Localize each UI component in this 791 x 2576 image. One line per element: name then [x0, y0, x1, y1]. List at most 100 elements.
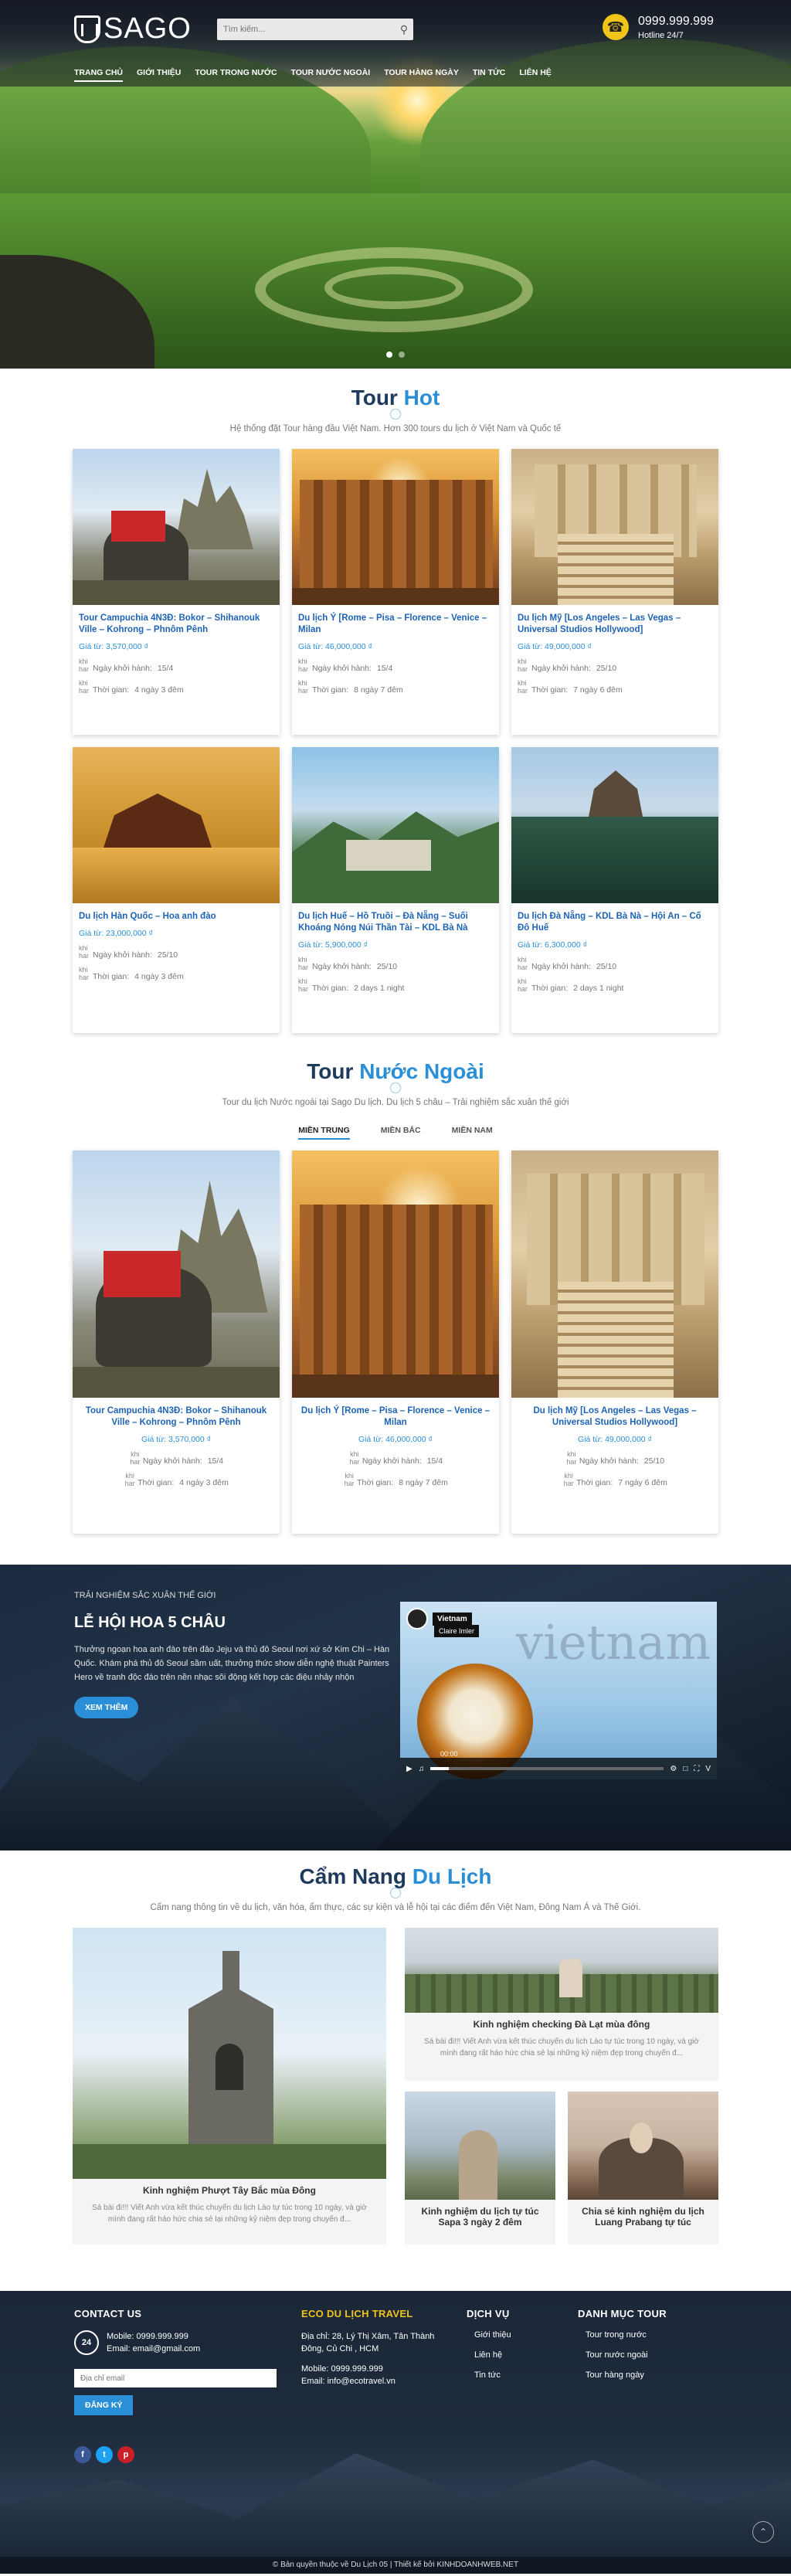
- nav-item-foreign[interactable]: TOUR NƯỚC NGOÀI: [291, 68, 371, 82]
- cc-icon[interactable]: □: [683, 1765, 687, 1773]
- volume-icon[interactable]: ♫: [419, 1765, 425, 1773]
- tour-title[interactable]: Tour Campuchia 4N3Đ: Bokor – Shihanouk V…: [79, 1405, 273, 1429]
- title-part: Tour: [351, 386, 398, 410]
- footer-link[interactable]: Tour trong nước: [578, 2330, 717, 2340]
- vimeo-icon[interactable]: V: [705, 1765, 711, 1773]
- tour-title[interactable]: Du lịch Đà Nẵng – KDL Bà Nà – Hội An – C…: [518, 911, 712, 934]
- tour-card[interactable]: Tour Campuchia 4N3Đ: Bokor – Shihanouk V…: [73, 1150, 280, 1534]
- article-title[interactable]: Chia sẻ kinh nghiệm du lịch Luang Praban…: [579, 2206, 708, 2228]
- channel-name[interactable]: Vietnam: [433, 1612, 472, 1626]
- tour-date: khi har Ngày khởi hành: 25/10: [298, 956, 398, 971]
- progress-bar[interactable]: [430, 1767, 664, 1770]
- tour-image[interactable]: [511, 1150, 718, 1398]
- fullscreen-icon[interactable]: ⛶: [694, 1765, 699, 1773]
- article-image[interactable]: [405, 2092, 555, 2200]
- tour-image[interactable]: [292, 747, 499, 903]
- section-title: Tour Hot: [0, 386, 791, 410]
- subscribe-button[interactable]: ĐĂNG KÝ: [74, 2395, 134, 2415]
- video-player[interactable]: vietnam Vietnam Claire Imler 00:00 ▶ ♫ ⚙…: [400, 1602, 717, 1779]
- tour-title[interactable]: Du lịch Huế – Hồ Truồi – Đà Nẵng – Suối …: [298, 911, 493, 934]
- article-image[interactable]: [405, 1928, 718, 2013]
- tour-card[interactable]: Du lịch Mỹ [Los Angeles – Las Vegas – Un…: [511, 449, 718, 735]
- footer-heading: CONTACT US: [74, 2308, 142, 2319]
- footer-link[interactable]: Tin tức: [467, 2370, 559, 2380]
- article-title[interactable]: Kinh nghiệm Phượt Tây Bắc mùa Đông: [83, 2185, 375, 2196]
- article-card[interactable]: Chia sẻ kinh nghiệm du lịch Luang Praban…: [568, 2092, 718, 2245]
- footer-email[interactable]: Email: email@gmail.com: [107, 2343, 200, 2355]
- nav-item-daily[interactable]: TOUR HÀNG NGÀY: [384, 68, 459, 82]
- tab-south[interactable]: MIỀN NAM: [452, 1123, 493, 1140]
- tour-card[interactable]: Du lịch Huế – Hồ Truồi – Đà Nẵng – Suối …: [292, 747, 499, 1033]
- tour-image[interactable]: [73, 1150, 280, 1398]
- tour-title[interactable]: Du lịch Ý [Rome – Pisa – Florence – Veni…: [298, 613, 493, 636]
- hotline-number[interactable]: 0999.999.999: [638, 15, 714, 29]
- footer-link[interactable]: Tour nước ngoài: [578, 2350, 717, 2360]
- main-nav: TRANG CHỦ GIỚI THIỆU TOUR TRONG NƯỚC TOU…: [74, 68, 552, 82]
- logo[interactable]: SAGO: [74, 12, 192, 46]
- tour-card[interactable]: Tour Campuchia 4N3Đ: Bokor – Shihanouk V…: [73, 449, 280, 735]
- tour-title[interactable]: Du lịch Ý [Rome – Pisa – Florence – Veni…: [298, 1405, 493, 1429]
- hotline-sub: Hotline 24/7: [638, 30, 684, 40]
- facebook-icon[interactable]: f: [74, 2446, 91, 2463]
- play-icon[interactable]: ▶: [406, 1765, 412, 1773]
- tab-central[interactable]: MIỀN TRUNG: [298, 1123, 350, 1140]
- tour-duration: khi har Thời gian: 2 days 1 night: [518, 977, 624, 993]
- festival-text: TRẢI NGHIỆM SẮC XUÂN THẾ GIỚI LỄ HỘI HOA…: [74, 1591, 391, 1718]
- tour-hot-section: Tour Hot Hệ thống đặt Tour hàng đầu Việt…: [0, 369, 791, 1033]
- tour-date: khi har Ngày khởi hành: 15/4: [130, 1450, 224, 1466]
- footer-email[interactable]: Email: info@ecotravel.vn: [301, 2375, 448, 2387]
- tour-date: khi har Ngày khởi hành: 25/10: [79, 944, 178, 960]
- tour-image[interactable]: [511, 449, 718, 605]
- tour-card[interactable]: Du lịch Ý [Rome – Pisa – Florence – Veni…: [292, 449, 499, 735]
- twitter-icon[interactable]: t: [96, 2446, 113, 2463]
- tour-image[interactable]: [292, 1150, 499, 1398]
- read-more-button[interactable]: XEM THÊM: [74, 1697, 139, 1718]
- nav-item-about[interactable]: GIỚI THIỆU: [137, 68, 181, 82]
- nav-item-contact[interactable]: LIÊN HỆ: [519, 68, 551, 82]
- clock-icon: khi har: [79, 966, 90, 981]
- tour-price: Giá từ: 3,570,000 ₫: [141, 1435, 212, 1444]
- festival-kicker: TRẢI NGHIỆM SẮC XUÂN THẾ GIỚI: [74, 1591, 216, 1600]
- article-title[interactable]: Kinh nghiệm checking Đà Lạt mùa đông: [416, 2019, 708, 2030]
- tour-card[interactable]: Du lịch Hàn Quốc – Hoa anh đào Giá từ: 2…: [73, 747, 280, 1033]
- tour-image[interactable]: [73, 747, 280, 903]
- tour-date: khi har Ngày khởi hành: 25/10: [566, 1450, 665, 1466]
- back-to-top-icon[interactable]: ⌃: [752, 2521, 774, 2543]
- tour-card[interactable]: Du lịch Ý [Rome – Pisa – Florence – Veni…: [292, 1150, 499, 1534]
- article-card[interactable]: Kinh nghiệm Phượt Tây Bắc mùa Đông Sá bà…: [73, 1928, 386, 2245]
- video-time: 00:00: [440, 1750, 458, 1758]
- tour-title[interactable]: Du lịch Hàn Quốc – Hoa anh đào: [79, 911, 273, 923]
- avatar[interactable]: [406, 1608, 428, 1630]
- email-field[interactable]: [74, 2369, 277, 2387]
- article-image[interactable]: [568, 2092, 718, 2200]
- section-title: Tour Nước Ngoài: [0, 1059, 791, 1084]
- tour-card[interactable]: Du lịch Đà Nẵng – KDL Bà Nà – Hội An – C…: [511, 747, 718, 1033]
- footer-link[interactable]: Liên hệ: [467, 2350, 559, 2360]
- tour-image[interactable]: [511, 747, 718, 903]
- search-input[interactable]: [217, 25, 395, 34]
- phone-icon: ☎: [603, 14, 629, 40]
- article-title[interactable]: Kinh nghiệm du lịch tự túc Sapa 3 ngày 2…: [416, 2206, 545, 2228]
- title-accent: Du Lịch: [412, 1864, 492, 1888]
- tour-title[interactable]: Tour Campuchia 4N3Đ: Bokor – Shihanouk V…: [79, 613, 273, 636]
- slider-dot[interactable]: [386, 352, 392, 358]
- footer-link[interactable]: Giới thiệu: [467, 2330, 559, 2340]
- tour-title[interactable]: Du lịch Mỹ [Los Angeles – Las Vegas – Un…: [518, 613, 712, 636]
- settings-icon[interactable]: ⚙: [670, 1765, 677, 1773]
- tour-card[interactable]: Du lịch Mỹ [Los Angeles – Las Vegas – Un…: [511, 1150, 718, 1534]
- tour-image[interactable]: [292, 449, 499, 605]
- nav-item-home[interactable]: TRANG CHỦ: [74, 68, 123, 82]
- article-image[interactable]: [73, 1928, 386, 2179]
- article-card[interactable]: Kinh nghiệm du lịch tự túc Sapa 3 ngày 2…: [405, 2092, 555, 2245]
- pinterest-icon[interactable]: p: [117, 2446, 134, 2463]
- tour-image[interactable]: [73, 449, 280, 605]
- slider-dot[interactable]: [399, 352, 405, 358]
- nav-item-news[interactable]: TIN TỨC: [473, 68, 506, 82]
- article-card[interactable]: Kinh nghiệm checking Đà Lạt mùa đông Sá …: [405, 1928, 718, 2081]
- footer-link[interactable]: Tour hàng ngày: [578, 2370, 717, 2380]
- footer-mobile: Mobile: 0999.999.999: [107, 2332, 188, 2341]
- search-icon[interactable]: ⚲: [395, 19, 413, 40]
- tour-title[interactable]: Du lịch Mỹ [Los Angeles – Las Vegas – Un…: [518, 1405, 712, 1429]
- nav-item-domestic[interactable]: TOUR TRONG NƯỚC: [195, 68, 277, 82]
- tab-north[interactable]: MIỀN BẮC: [381, 1123, 421, 1140]
